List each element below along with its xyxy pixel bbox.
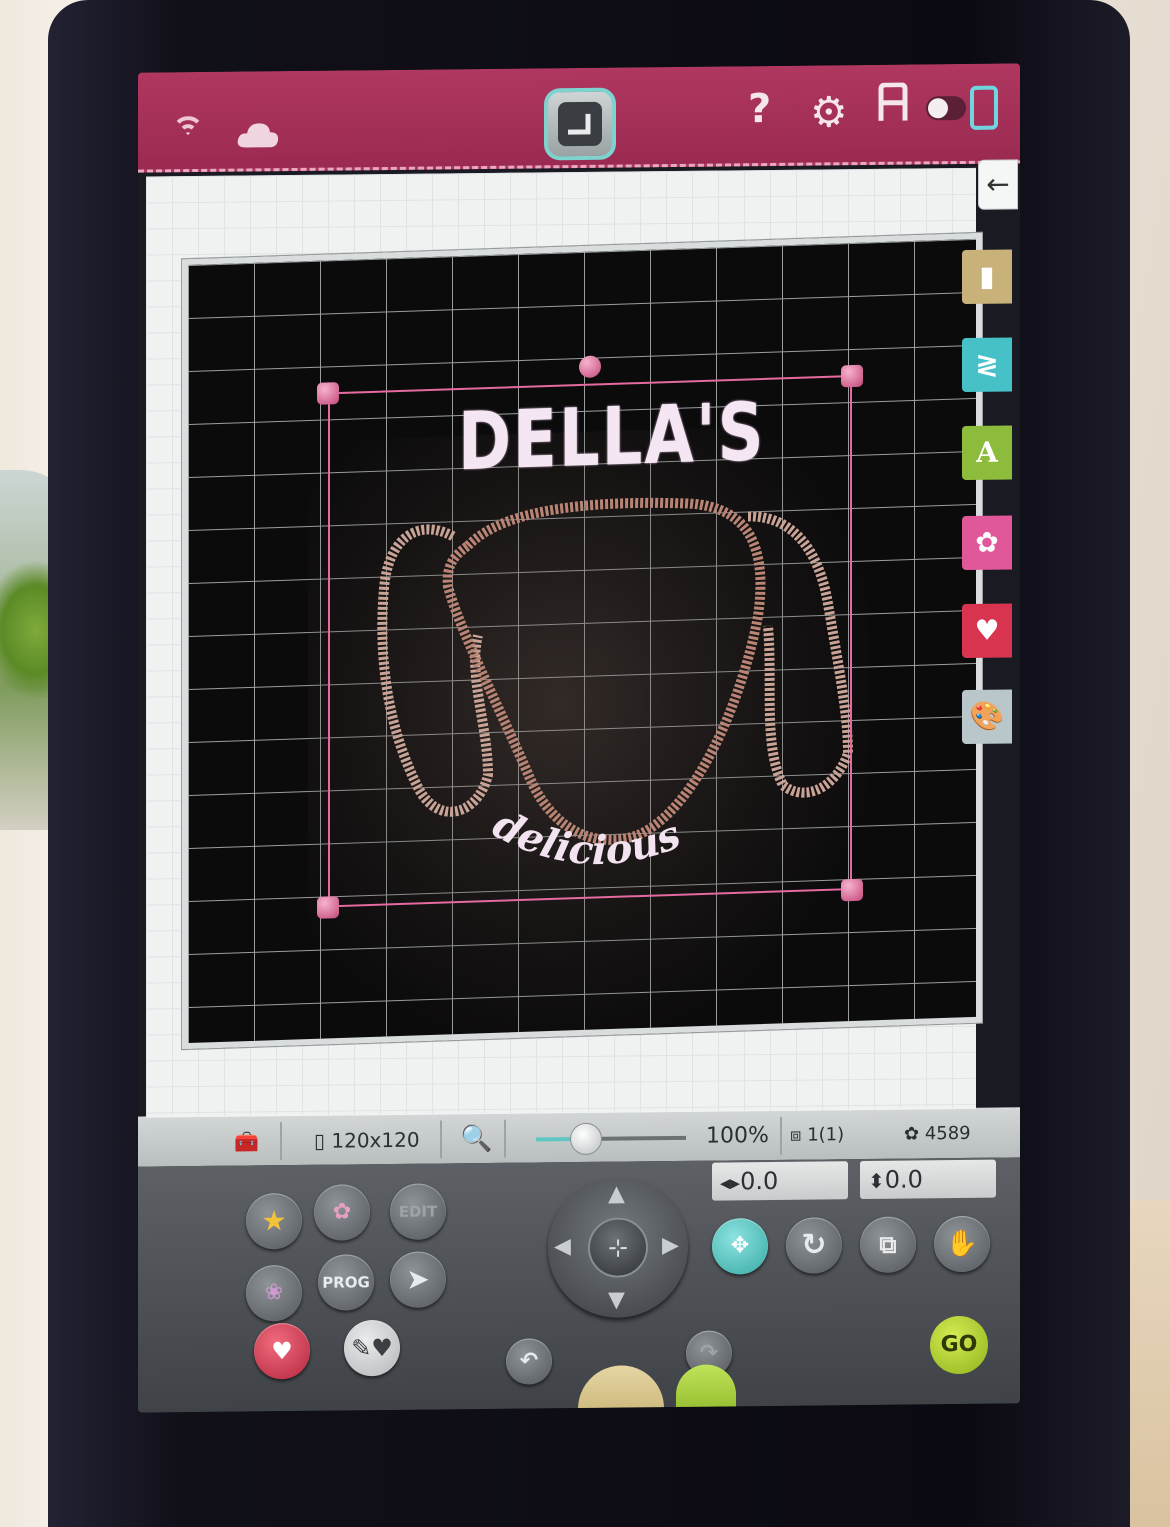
info-separator [504, 1119, 506, 1158]
stitch-count-flower-icon: ✿ [904, 1123, 920, 1145]
save-to-cloud-button[interactable]: ♥ [254, 1322, 310, 1380]
stitch-count-value: 4589 [924, 1122, 971, 1145]
tablet-device-icon[interactable] [970, 85, 998, 130]
horizontal-arrows-icon: ◂▸ [720, 1170, 741, 1195]
resize-handle-top-left[interactable] [317, 382, 339, 405]
go-button[interactable]: GO [930, 1315, 988, 1375]
tab-colors[interactable]: 🎨 [962, 689, 1012, 744]
resize-handle-bottom-right[interactable] [841, 878, 863, 902]
heart-folder-icon: ♥ [974, 613, 1000, 647]
tab-stitches[interactable]: ≷ [962, 337, 1012, 392]
cloud-icon[interactable] [236, 119, 280, 149]
tab-fonts[interactable]: A [962, 425, 1012, 480]
edit-button[interactable]: EDIT [390, 1183, 446, 1240]
design-count: ⧈ 1(1) [790, 1110, 844, 1161]
wifi-icon[interactable] [168, 115, 208, 149]
file-manager-button[interactable] [578, 1365, 664, 1413]
tab-designs[interactable]: ▮ [962, 249, 1012, 304]
center-design-button[interactable]: ⊹ [588, 1217, 648, 1278]
bobbin-icon[interactable] [878, 82, 908, 134]
info-bar: 🧰 ▯ 120x120 🔍 100% ⧈ 1(1) ✿ 4589 [138, 1107, 1020, 1167]
hoop-size-indicator[interactable]: ▯ 120x120 [314, 1115, 420, 1166]
move-mode-button[interactable]: ✥ [712, 1218, 768, 1275]
zoom-slider-track[interactable] [536, 1135, 686, 1142]
help-button[interactable]: ? [748, 86, 771, 132]
stitch-count: ✿ 4589 [904, 1109, 971, 1160]
home-icon [558, 101, 602, 147]
zoom-menu-icon[interactable]: 🔍 [460, 1114, 492, 1164]
hoop-icon: ▯ [314, 1128, 326, 1153]
settings-gear-icon[interactable]: ⚙ [810, 87, 848, 136]
stitch-icon: ≷ [975, 347, 999, 381]
title-bar: ? ⚙ [138, 63, 1020, 173]
font-icon: A [976, 435, 998, 469]
info-separator [280, 1122, 282, 1161]
info-separator [780, 1116, 782, 1155]
control-panel: ★ ✿ EDIT ❀ PROG ➤ ▲ ▼ ◀ ▶ ⊹ ◂▸0.0 ⬍0.0 ✥… [138, 1157, 1020, 1413]
home-button[interactable] [544, 87, 616, 161]
arrow-down-icon[interactable]: ▼ [608, 1288, 625, 1313]
y-position-field[interactable]: ⬍0.0 [860, 1159, 996, 1200]
undo-button[interactable]: ↶ [506, 1338, 552, 1385]
flower-icon: ✿ [975, 525, 999, 559]
tab-personal-files[interactable]: ♥ [962, 603, 1012, 658]
toggle-knob [928, 98, 948, 119]
hoop-size-value: 120x120 [331, 1127, 420, 1153]
zoom-slider-knob[interactable] [570, 1122, 602, 1156]
x-position-field[interactable]: ◂▸0.0 [712, 1161, 848, 1201]
toolbox-icon[interactable]: 🧰 [234, 1116, 259, 1166]
back-arrow-button[interactable]: ← [978, 159, 1018, 210]
x-position-value: 0.0 [740, 1166, 779, 1196]
rotate-mode-button[interactable]: ↻ [786, 1217, 842, 1274]
y-position-value: 0.0 [884, 1165, 923, 1194]
design-count-icon: ⧈ [790, 1124, 802, 1146]
zoom-percent: 100% [706, 1123, 769, 1149]
personal-files-button[interactable]: ✎♥ [344, 1319, 400, 1377]
design-count-value: 1(1) [807, 1124, 845, 1146]
send-button[interactable]: ➤ [390, 1251, 446, 1308]
touch-screen: ? ⚙ ← delicious DELLA'S ▮ ≷ A ✿ ♥ 🎨 🧰 ▯ … [138, 63, 1020, 1413]
resize-handle-top-right[interactable] [841, 364, 863, 388]
hoop-area[interactable]: delicious DELLA'S [182, 232, 982, 1050]
group-designs-button[interactable]: ❀ [246, 1264, 302, 1322]
prog-button[interactable]: PROG [318, 1254, 374, 1311]
mode-toggle-switch[interactable] [926, 95, 966, 121]
arrow-left-icon[interactable]: ◀ [554, 1234, 571, 1259]
design-edit-tools-button[interactable]: ✿ [314, 1184, 370, 1241]
folder-icon: ▮ [979, 259, 995, 293]
palette-icon: 🎨 [969, 699, 1005, 733]
favorite-star-button[interactable]: ★ [246, 1192, 302, 1250]
vertical-arrows-icon: ⬍ [868, 1168, 885, 1193]
scale-mode-button[interactable]: ⧉ [860, 1216, 916, 1274]
selection-box[interactable] [328, 375, 852, 908]
cloud-sync-button[interactable] [676, 1364, 736, 1413]
info-separator [440, 1120, 442, 1159]
arrow-right-icon[interactable]: ▶ [662, 1233, 679, 1258]
position-dpad[interactable]: ▲ ▼ ◀ ▶ ⊹ [548, 1176, 688, 1319]
resize-handle-bottom-left[interactable] [317, 896, 339, 919]
pan-hand-button[interactable]: ✋ [934, 1215, 990, 1273]
tab-flowers[interactable]: ✿ [962, 515, 1012, 570]
arrow-up-icon[interactable]: ▲ [608, 1182, 625, 1207]
